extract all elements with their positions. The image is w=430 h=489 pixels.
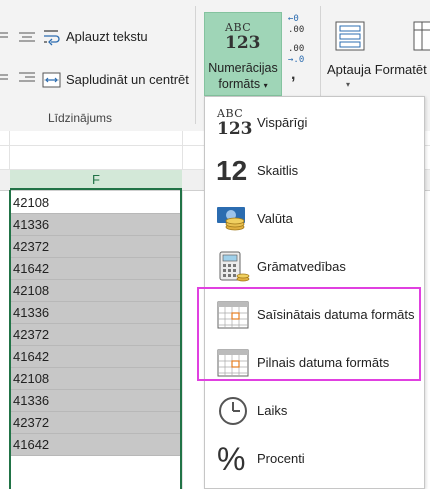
- menu-item-label: Grāmatvedības: [257, 259, 346, 274]
- decrease-decimal-top: .00: [288, 44, 305, 54]
- short-date-icon: [217, 301, 249, 329]
- wrap-text-label: Aplauzt tekstu: [66, 29, 148, 44]
- merge-center-label: Sapludināt un centrēt: [66, 72, 189, 87]
- chevron-down-icon: ▾: [263, 81, 268, 90]
- cell[interactable]: 41642: [10, 258, 182, 280]
- number-format-label-line2: formāts ▾: [218, 77, 268, 91]
- menu-item-label: Saīsinātais datuma formāts: [257, 307, 415, 322]
- cell[interactable]: 41336: [10, 214, 182, 236]
- number-format-dropdown: ABC 123 Vispārīgi 12 Skaitlis Valūta Grā…: [204, 96, 425, 489]
- conditional-format-label: Aptauja Formatēt: [327, 62, 427, 77]
- menu-item-label: Valūta: [257, 211, 293, 226]
- cell[interactable]: 41642: [10, 434, 182, 456]
- cell[interactable]: 42372: [10, 236, 182, 258]
- cell[interactable]: 42372: [10, 412, 182, 434]
- clock-icon: [219, 397, 247, 425]
- cell[interactable]: 42372: [10, 324, 182, 346]
- group-divider: [195, 6, 196, 124]
- increase-decimal-button[interactable]: ←0 .00: [288, 14, 314, 42]
- menu-item-label: Pilnais datuma formāts: [257, 355, 390, 370]
- number-format-icon: 12: [215, 153, 251, 189]
- merge-center-icon: [42, 72, 61, 88]
- format-table-icon[interactable]: [412, 20, 430, 52]
- cell[interactable]: 41336: [10, 390, 182, 412]
- align-center-icon[interactable]: [18, 30, 36, 46]
- align-right-left-icon[interactable]: [0, 72, 10, 86]
- alignment-group-label: Līdzinājums: [48, 111, 113, 125]
- wrap-text-icon: [44, 30, 60, 46]
- general-format-icon: ABC 123: [215, 105, 253, 141]
- menu-item-general[interactable]: ABC 123 Vispārīgi: [205, 99, 424, 147]
- percent-icon: %: [215, 441, 251, 477]
- chevron-down-icon: ▾: [346, 80, 351, 89]
- number-format-label-line1: Numerācijas: [208, 61, 278, 75]
- increase-decimal-top: ←0: [288, 14, 299, 24]
- cell[interactable]: 42108: [10, 192, 182, 214]
- long-date-icon: [217, 349, 249, 377]
- menu-item-time[interactable]: Laiks: [205, 387, 424, 435]
- decrease-decimal-bottom: →.0: [288, 55, 305, 65]
- cell[interactable]: 42108: [10, 280, 182, 302]
- cell[interactable]: 42108: [10, 368, 182, 390]
- menu-item-short-date[interactable]: Saīsinātais datuma formāts: [205, 291, 424, 339]
- cell[interactable]: 41642: [10, 346, 182, 368]
- increase-decimal-bottom: .00: [288, 25, 305, 35]
- wrap-text-button[interactable]: Aplauzt tekstu: [42, 26, 152, 48]
- currency-icon: [217, 207, 245, 231]
- menu-item-label: Laiks: [257, 403, 288, 418]
- align-right-icon[interactable]: [18, 70, 36, 86]
- number-format-icon-123: 123: [225, 33, 261, 53]
- menu-item-label: Skaitlis: [257, 163, 299, 178]
- menu-item-label: Procenti: [257, 451, 305, 466]
- percent-icon-text: %: [217, 441, 246, 477]
- align-left-icon[interactable]: [0, 30, 10, 44]
- menu-item-number[interactable]: 12 Skaitlis: [205, 147, 424, 195]
- menu-item-accounting[interactable]: Grāmatvedības: [205, 243, 424, 291]
- conditional-formatting-button[interactable]: Aptauja Formatēt ▾: [324, 14, 427, 94]
- menu-item-currency[interactable]: Valūta: [205, 195, 424, 243]
- menu-item-label: Vispārīgi: [257, 115, 308, 130]
- menu-item-percent[interactable]: % Procenti: [205, 435, 424, 483]
- conditional-format-icon: [335, 21, 365, 51]
- column-header-f[interactable]: F: [10, 170, 182, 190]
- merge-center-button[interactable]: Sapludināt un centrēt: [42, 69, 192, 91]
- number-icon-text: 12: [216, 155, 248, 186]
- cell[interactable]: 41336: [10, 302, 182, 324]
- accounting-icon: [219, 251, 250, 282]
- number-format-button[interactable]: ABC 123 Numerācijas formāts ▾: [204, 12, 282, 96]
- menu-item-long-date[interactable]: Pilnais datuma formāts: [205, 339, 424, 387]
- general-icon-123: 123: [217, 119, 253, 139]
- comma-style-button[interactable]: ,: [291, 66, 295, 84]
